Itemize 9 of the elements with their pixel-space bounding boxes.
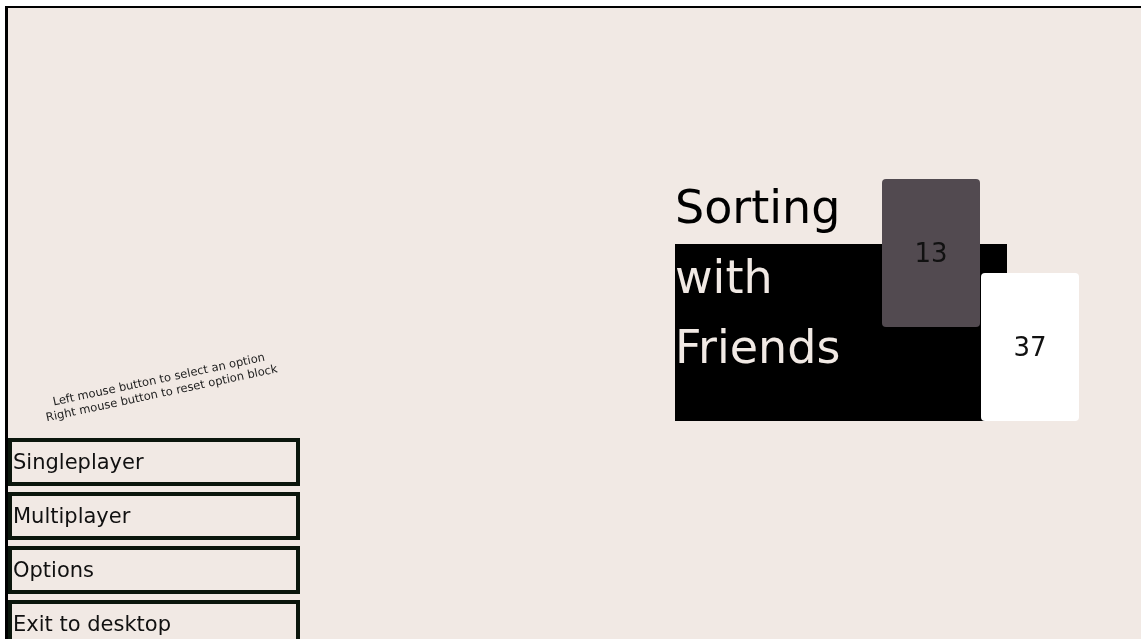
menu-button[interactable]: Options <box>8 546 300 594</box>
card-number: 37 <box>1013 332 1047 362</box>
title-text: with <box>675 249 774 306</box>
title-text: Sorting <box>675 179 841 236</box>
menu-button[interactable]: Multiplayer <box>8 492 300 540</box>
menu-button[interactable]: Exit to desktop <box>8 600 300 639</box>
menu-button[interactable]: Singleplayer <box>8 438 300 486</box>
card-number: 13 <box>914 238 948 268</box>
title-text: Friends <box>675 319 841 376</box>
